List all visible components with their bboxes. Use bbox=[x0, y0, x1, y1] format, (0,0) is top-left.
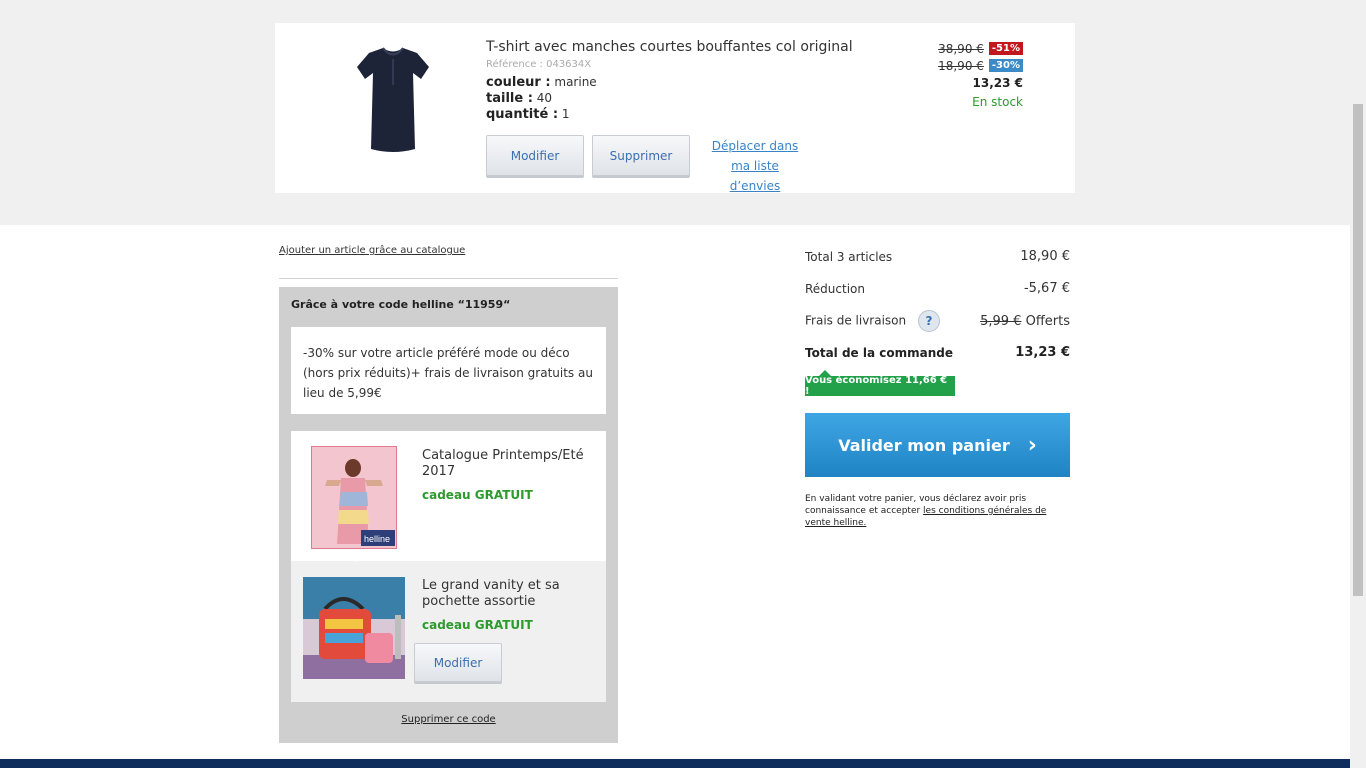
total-items-label: Total 3 articles bbox=[805, 249, 893, 264]
footer-band bbox=[0, 759, 1350, 768]
chevron-right-icon[interactable]: › bbox=[1028, 433, 1037, 458]
discount-badge-30: -30% bbox=[988, 59, 1023, 72]
modify-item-button[interactable]: Modifier bbox=[486, 135, 584, 176]
wishlist-line-2[interactable]: ma liste d’envies bbox=[705, 156, 805, 196]
product-title[interactable]: T-shirt avec manches courtes bouffantes … bbox=[486, 39, 853, 55]
gift1-name: Catalogue Printemps/Eté 2017 bbox=[422, 448, 584, 479]
tshirt-image[interactable] bbox=[355, 45, 431, 157]
quantity-value: 1 bbox=[561, 107, 570, 121]
product-size: taille : 40 bbox=[486, 91, 552, 106]
promo-description: -30% sur votre article préféré mode ou d… bbox=[291, 327, 606, 414]
summary-shipping: Frais de livraison ? 5,99 € Offerts bbox=[805, 310, 1070, 332]
cart-item-section: T-shirt avec manches courtes bouffantes … bbox=[0, 0, 1350, 225]
move-to-wishlist-link[interactable]: Déplacer dans ma liste d’envies bbox=[705, 136, 805, 196]
reduction-value: -5,67 € bbox=[1023, 281, 1070, 296]
price-final: 13,23 € bbox=[972, 75, 1023, 90]
reduction-label: Réduction bbox=[805, 281, 865, 296]
add-from-catalogue-link[interactable]: Ajouter un article grâce au catalogue bbox=[279, 245, 465, 256]
shipping-value: Offerts bbox=[1025, 313, 1070, 329]
scrollbar-thumb[interactable] bbox=[1353, 104, 1363, 596]
summary-reduction: Réduction -5,67 € bbox=[805, 281, 1070, 296]
validate-cart-button[interactable]: Valider mon panier › bbox=[805, 413, 1070, 477]
price-intermediate: 18,90 € bbox=[938, 58, 984, 73]
price-original: 38,90 € bbox=[938, 41, 984, 56]
discount-badge-51: -51% bbox=[988, 42, 1023, 55]
quantity-label: quantité : bbox=[486, 107, 559, 122]
gifts-panel: helline Catalogue Printemps/Eté 2017 cad… bbox=[291, 431, 606, 702]
summary-total-items: Total 3 articles 18,90 € bbox=[805, 249, 1070, 264]
shipping-value-wrap: 5,99 € Offerts bbox=[980, 314, 1070, 329]
modify-gift-button[interactable]: Modifier bbox=[414, 643, 502, 682]
shipping-label-wrap: Frais de livraison ? bbox=[805, 310, 940, 332]
wishlist-line-1[interactable]: Déplacer dans bbox=[705, 136, 805, 156]
price-column: 38,90 € -51% 18,90 € -30% 13,23 € En sto… bbox=[938, 40, 1023, 109]
order-total-value: 13,23 € bbox=[1015, 345, 1070, 360]
page-scrollbar[interactable] bbox=[1350, 0, 1366, 768]
gift2-free-label: cadeau GRATUIT bbox=[422, 618, 533, 632]
delete-code-link[interactable]: Supprimer ce code bbox=[279, 714, 618, 725]
gift-pointer bbox=[347, 553, 365, 562]
summary-order-total: Total de la commande 13,23 € bbox=[805, 345, 1070, 360]
catalogue-cover-image: helline bbox=[311, 446, 397, 549]
total-items-value: 18,90 € bbox=[1020, 249, 1070, 264]
stock-status: En stock bbox=[972, 95, 1023, 109]
price-intermediate-line: 18,90 € -30% bbox=[938, 57, 1023, 74]
cart-item-card: T-shirt avec manches courtes bouffantes … bbox=[275, 23, 1075, 193]
gift2-name: Le grand vanity et sa pochette assortie bbox=[422, 578, 560, 609]
product-color: couleur : marine bbox=[486, 75, 597, 90]
legal-notice: En validant votre panier, vous déclarez … bbox=[805, 493, 1073, 529]
color-value: marine bbox=[554, 75, 597, 89]
vanity-bag-image bbox=[303, 577, 405, 679]
promo-code-box: Grâce à votre code helline “11959“ -30% … bbox=[279, 287, 618, 743]
shipping-old-price: 5,99 € bbox=[980, 313, 1022, 329]
shipping-label: Frais de livraison bbox=[805, 313, 907, 328]
price-original-line: 38,90 € -51% bbox=[938, 40, 1023, 57]
help-icon[interactable]: ? bbox=[917, 310, 940, 332]
validate-label[interactable]: Valider mon panier bbox=[838, 436, 1010, 455]
gift1-free-label: cadeau GRATUIT bbox=[422, 488, 533, 502]
promo-title: Grâce à votre code helline “11959“ bbox=[291, 298, 511, 311]
order-total-label: Total de la commande bbox=[805, 345, 953, 360]
size-label: taille : bbox=[486, 91, 533, 106]
color-label: couleur : bbox=[486, 75, 551, 90]
product-quantity: quantité : 1 bbox=[486, 107, 569, 122]
product-reference: Référence : 043634X bbox=[486, 59, 592, 70]
delete-item-button[interactable]: Supprimer bbox=[592, 135, 690, 176]
savings-badge: Vous économisez 11,66 € ! bbox=[805, 370, 955, 397]
catalogue-brand-text: helline bbox=[364, 534, 390, 544]
size-value: 40 bbox=[536, 91, 553, 105]
divider bbox=[279, 278, 618, 279]
